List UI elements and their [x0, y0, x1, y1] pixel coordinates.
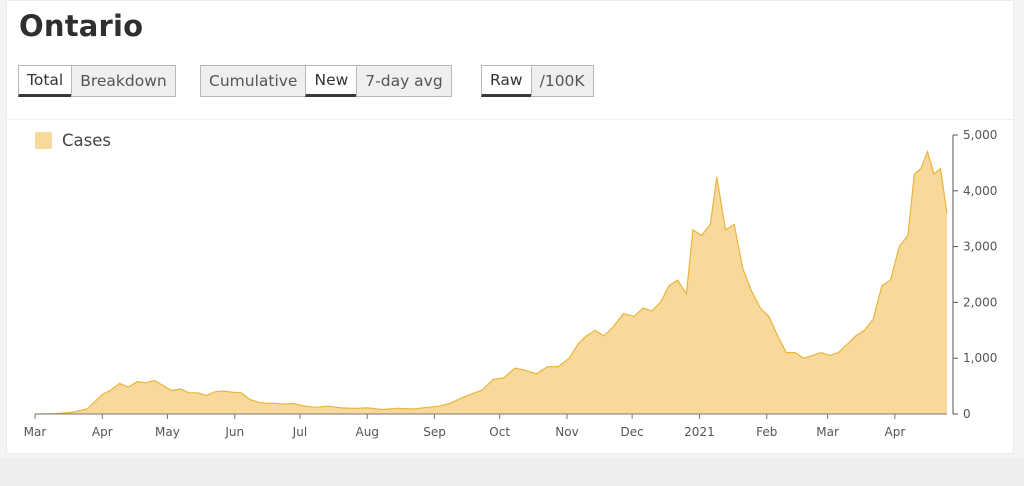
- y-tick-label: 4,000: [963, 184, 997, 198]
- x-tick-label: Sep: [423, 425, 446, 439]
- x-tick-label: Apr: [885, 425, 906, 439]
- x-tick-label: Nov: [555, 425, 578, 439]
- bottom-strip: [0, 458, 1024, 486]
- cases-chart: Mar Apr May Jun Jul Aug Sep Oct Nov Dec 2021 Feb Mar…: [24, 128, 998, 439]
- x-tick-label: Jul: [292, 425, 307, 439]
- chart-card: Ontario Total Breakdown Cumulative New 7…: [6, 0, 1014, 454]
- x-tick-label: Mar: [24, 425, 47, 439]
- y-tick-label: 5,000: [963, 128, 997, 142]
- x-tick-label: Aug: [356, 425, 379, 439]
- x-tick-label: 2021: [684, 425, 715, 439]
- x-tick-label: Jun: [224, 425, 244, 439]
- x-tick-label: Feb: [756, 425, 777, 439]
- y-tick-label: 2,000: [963, 295, 997, 309]
- x-tick-label: Oct: [489, 425, 510, 439]
- y-tick-label: 1,000: [963, 351, 997, 365]
- x-tick-label: Apr: [92, 425, 113, 439]
- cases-area: [35, 151, 947, 414]
- y-tick-label: 0: [963, 407, 971, 421]
- x-tick-label: Dec: [621, 425, 644, 439]
- x-tick-label: Mar: [816, 425, 839, 439]
- y-tick-label: 3,000: [963, 240, 997, 254]
- x-tick-label: May: [155, 425, 180, 439]
